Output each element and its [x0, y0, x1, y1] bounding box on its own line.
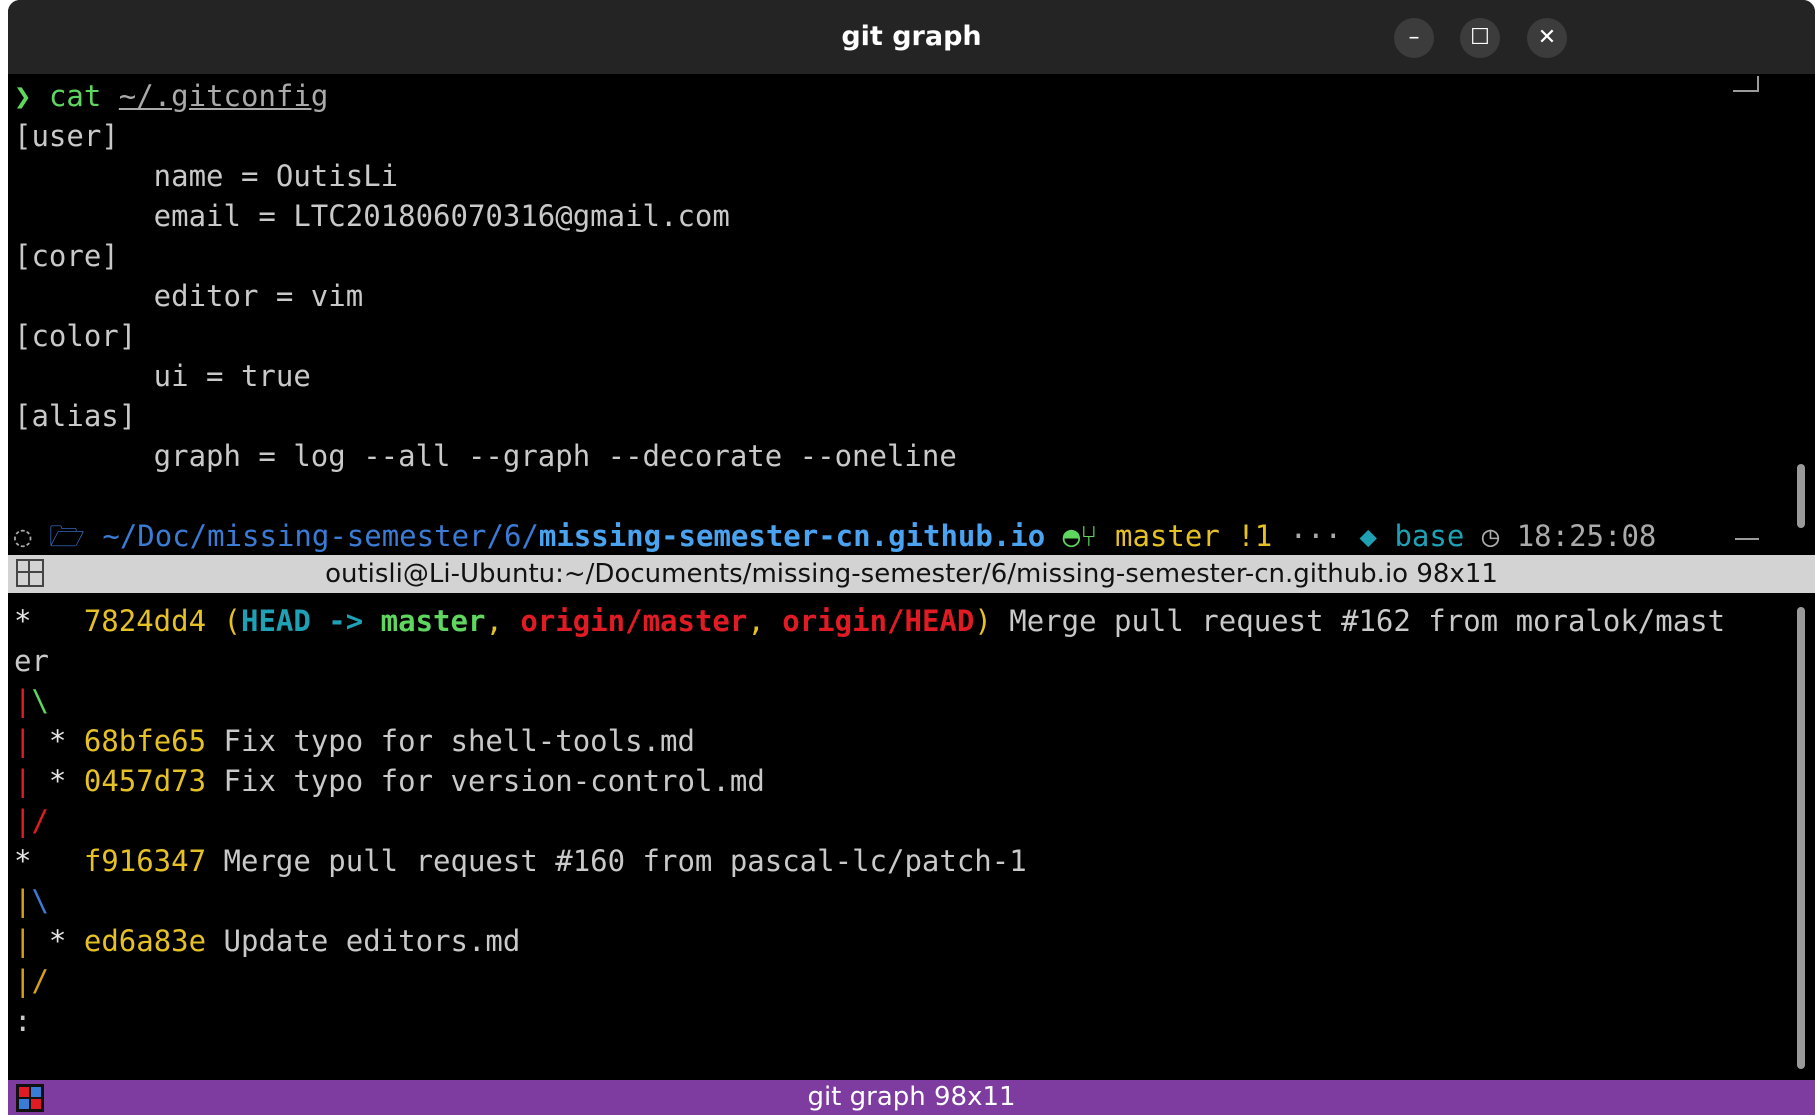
maximize-icon: ☐ [1470, 25, 1490, 50]
prompt-git-status: !1 [1237, 519, 1273, 553]
config-line: editor = vim [14, 279, 364, 313]
git-graph-output[interactable]: * 7824dd4 (HEAD -> master, origin/master… [14, 601, 1725, 1041]
title-bar[interactable]: git graph – ☐ ✕ [8, 0, 1815, 74]
config-line: [user] [14, 119, 119, 153]
config-line: graph = log --all --graph --decorate --o… [14, 439, 957, 473]
bottom-pane-status-bar[interactable]: git graph 98x11 [8, 1080, 1815, 1115]
git-branch-icon: ⑂ [1080, 519, 1098, 553]
commit-line: * 7824dd4 (HEAD -> master, origin/master… [14, 604, 1726, 638]
pager-prompt[interactable]: : [14, 1004, 31, 1038]
bottom-pane-title: git graph 98x11 [807, 1082, 1016, 1112]
commit-line: | * ed6a83e Update editors.md [14, 924, 521, 958]
prompt-time: 18:25:08 [1516, 519, 1657, 553]
command-argument: ~/.gitconfig [118, 79, 329, 113]
config-line: name = OutisLi [14, 159, 399, 193]
prompt-start-icon: ◌ [14, 519, 32, 553]
graph-line: |\ [14, 684, 49, 718]
pane-corner-marker [1735, 538, 1759, 554]
top-terminal-output[interactable]: ❯ cat ~/.gitconfig [user] name = OutisLi… [14, 76, 1656, 555]
terminal-window: git graph – ☐ ✕ ❯ cat ~/.gitconfig [user… [8, 0, 1815, 1115]
prompt-conda-env: base [1394, 519, 1465, 553]
config-line: ui = true [14, 359, 311, 393]
command-line: ❯ cat ~/.gitconfig [14, 79, 328, 113]
commit-line: * f916347 Merge pull request #160 from p… [14, 844, 1027, 878]
minimize-button[interactable]: – [1394, 18, 1434, 58]
github-icon: ◓ [1062, 519, 1081, 553]
top-pane-scrollbar[interactable] [1797, 464, 1805, 528]
shell-prompt: ◌ 🗁 ~/Doc/missing-semester/6/missing-sem… [14, 519, 1656, 553]
commit-line: | * 0457d73 Fix typo for version-control… [14, 764, 765, 798]
pane-corner-marker [1733, 76, 1759, 92]
config-line: email = LTC201806070316@gmail.com [14, 199, 730, 233]
prompt-path: ~/Doc/missing-semester/6/ [102, 519, 539, 553]
graph-line: |/ [14, 964, 49, 998]
clock-icon: ◷ [1481, 519, 1500, 553]
config-line: [alias] [14, 399, 137, 433]
close-button[interactable]: ✕ [1527, 18, 1567, 58]
bottom-pane-scrollbar[interactable] [1797, 607, 1805, 1069]
maximize-button[interactable]: ☐ [1460, 18, 1500, 58]
prompt-repo: missing-semester-cn.github.io [538, 519, 1046, 553]
folder-icon: 🗁 [48, 519, 85, 553]
bottom-terminal-pane[interactable]: * 7824dd4 (HEAD -> master, origin/master… [8, 593, 1815, 1080]
config-line: [color] [14, 319, 137, 353]
graph-line: |\ [14, 884, 49, 918]
top-pane-status-bar[interactable]: outisli@Li-Ubuntu:~/Documents/missing-se… [8, 555, 1815, 593]
top-pane-title: outisli@Li-Ubuntu:~/Documents/missing-se… [325, 559, 1498, 589]
commit-line: | * 68bfe65 Fix typo for shell-tools.md [14, 724, 695, 758]
command-name: cat [48, 79, 102, 113]
top-terminal-pane[interactable]: ❯ cat ~/.gitconfig [user] name = OutisLi… [8, 74, 1815, 555]
config-line: [core] [14, 239, 119, 273]
prompt-symbol: ❯ [14, 79, 32, 113]
graph-line: |/ [14, 804, 49, 838]
prompt-separator: ··· [1289, 519, 1343, 553]
commit-line-wrap: er [14, 644, 49, 678]
python-icon: ◆ [1359, 519, 1377, 553]
close-icon: ✕ [1537, 25, 1557, 50]
minimize-icon: – [1408, 25, 1420, 50]
prompt-branch: master [1115, 519, 1220, 553]
